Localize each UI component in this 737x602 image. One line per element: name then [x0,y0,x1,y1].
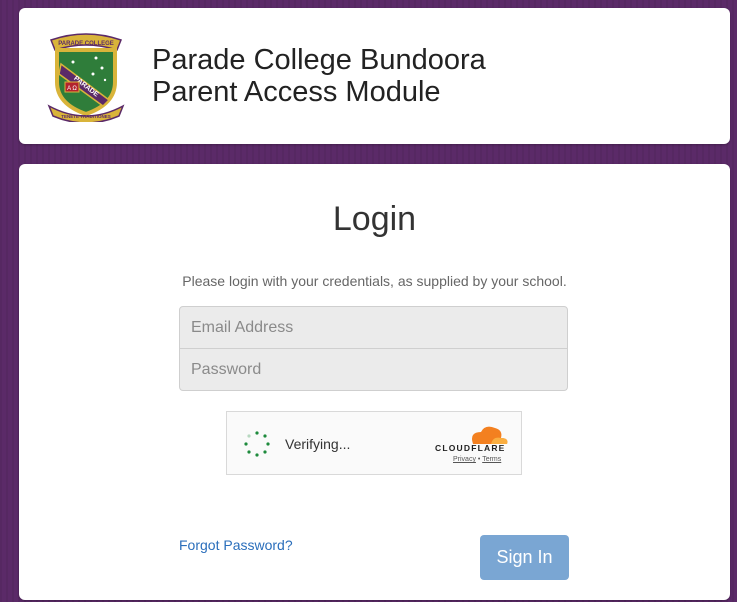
school-crest-icon: PARADE COLLEGE PARADE A Ω TENETE TRADITI… [47,33,125,122]
cloudflare-turnstile-widget[interactable]: Verifying... CLOUDFLARE Privacy • Terms [226,411,522,475]
school-name: Parade College Bundoora Parent Access Mo… [152,44,486,108]
crest-letters: A Ω [67,86,77,92]
captcha-status: Verifying... [285,436,351,452]
email-field[interactable] [179,306,568,349]
loading-spinner-icon [244,431,270,457]
login-title: Login [332,200,417,238]
password-field[interactable] [179,349,568,391]
login-instructions: Please login with your credentials, as s… [182,273,567,289]
captcha-link-separator: • [477,456,481,463]
crest-motto: TENETE TRADITIONES [61,114,111,119]
captcha-privacy-link[interactable]: Privacy [453,456,476,463]
cloudflare-wordmark: CLOUDFLARE [435,443,506,453]
captcha-links: Privacy • Terms [453,456,501,463]
login-card: Login Please login with your credentials… [19,164,730,600]
crest-top-text: PARADE COLLEGE [58,41,114,47]
forgot-password-link[interactable]: Forgot Password? [179,537,293,553]
captcha-terms-link[interactable]: Terms [482,456,501,463]
school-name-line1: Parade College Bundoora [152,44,486,76]
module-name: Parent Access Module [152,76,441,108]
header-card: PARADE COLLEGE PARADE A Ω TENETE TRADITI… [19,8,730,144]
credentials-input-group [179,306,568,391]
sign-in-button[interactable]: Sign In [480,535,569,580]
